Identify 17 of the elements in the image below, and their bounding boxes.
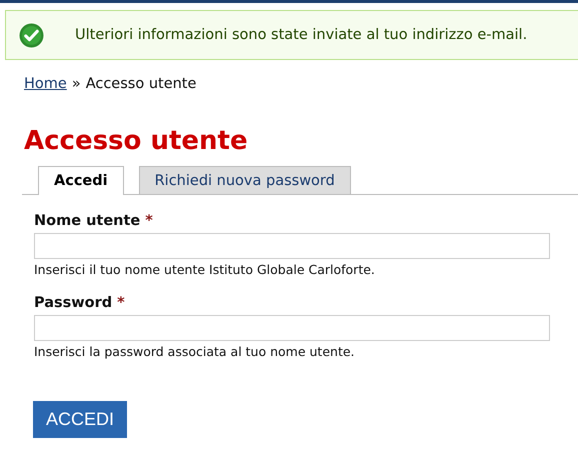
field-label: Nome utente [34,213,140,229]
page-title: Accesso utente [24,126,249,156]
submit-button[interactable]: ACCEDI [33,401,128,438]
input-field[interactable] [34,315,550,341]
breadcrumb-current: Accesso utente [86,76,196,92]
field-label: Password [34,295,112,311]
breadcrumb-link[interactable]: Home [24,76,67,92]
tab[interactable]: Richiedi nuova password [138,166,351,194]
check-icon [19,22,44,48]
message-text: Ulteriori informazioni sono state inviate al tuo indirizzo e-mail. [75,27,528,43]
breadcrumb-separator: » [72,76,81,92]
input-field[interactable] [34,233,550,259]
required-mark: * [145,213,153,229]
tab[interactable]: Accedi [38,166,124,195]
field-description: Inserisci il tuo nome utente Istituto Globale Carloforte. [34,262,376,277]
field-description: Inserisci la password associata al tuo nome utente. [34,344,356,359]
required-mark: * [117,295,125,311]
